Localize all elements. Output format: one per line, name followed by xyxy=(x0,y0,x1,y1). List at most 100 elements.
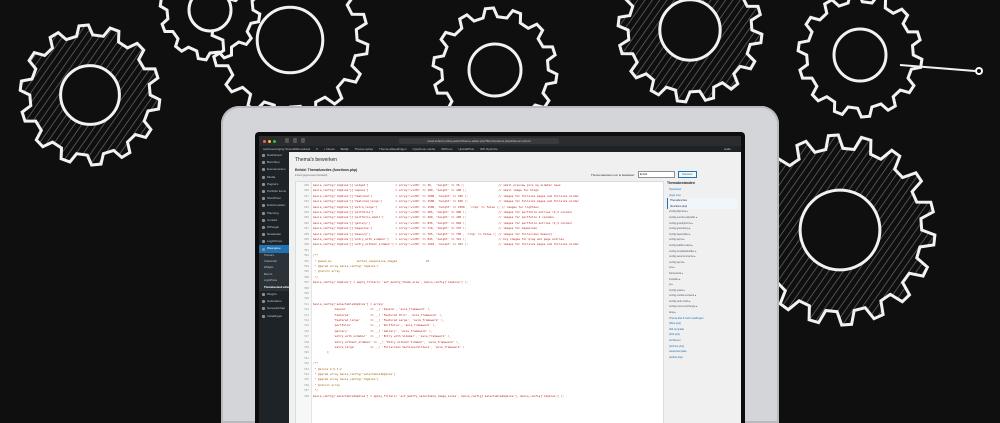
admin-sidebar: Dashboard Berichten Evenementen Media Pagina… xyxy=(259,152,290,423)
sidebar-item[interactable]: Evenementen xyxy=(259,166,289,173)
sidebar-item[interactable]: Portfolio items xyxy=(259,188,289,195)
code-text: $avia_config['selectableImgSize'] = appl… xyxy=(313,393,564,398)
sidebar-item-label: Media xyxy=(267,174,276,179)
menu-icon xyxy=(262,307,265,311)
sidebar-item[interactable]: Berichten xyxy=(259,159,289,166)
theme-files-panel: Themabestanden Stylesheet (style.css) Them… xyxy=(667,181,737,423)
sidebar-item-label: WPLogin xyxy=(267,224,280,229)
sidebar-item-label: Enfold-velden xyxy=(267,203,286,208)
sidebar-item-label: Newsletter xyxy=(267,232,282,237)
menu-icon xyxy=(262,204,265,208)
connector-hub xyxy=(975,67,983,75)
code-text: 'portfolio' => __( 'Portfolio', 'avia_fr… xyxy=(313,323,436,328)
file-title: Enfold: Themafuncties (functions.php) xyxy=(295,168,358,172)
laptop: www.imbrein.nl/wp-admin/theme-editor.php… xyxy=(221,106,779,423)
code-text: 'entry_with_sidebar' => __( 'Entry with … xyxy=(313,334,452,339)
code-text: * @param array $avia_config['imgSize'] xyxy=(313,377,379,382)
menu-icon xyxy=(262,233,265,237)
code-text: $avia_config['imgSize']['magazine'] = ar… xyxy=(313,226,537,231)
browser-chrome: www.imbrein.nl/wp-admin/theme-editor.php… xyxy=(259,136,741,146)
menu-icon xyxy=(262,197,265,201)
menu-icon xyxy=(262,175,265,179)
code-text: * @return array xyxy=(313,382,340,387)
maximize-dot[interactable] xyxy=(273,139,276,143)
code-text: $avia_config['imgSize']['masonry'] = arr… xyxy=(313,231,553,236)
menu-icon xyxy=(262,211,265,215)
sidebar-item[interactable]: Dashboard xyxy=(259,152,289,159)
code-line: 328 $avia_config['selectableImgSize'] = a… xyxy=(296,394,663,399)
menu-icon xyxy=(262,168,265,172)
gear-hole xyxy=(832,27,888,83)
window-controls[interactable] xyxy=(263,139,276,143)
sidebar-item-label: LoginPress xyxy=(267,239,283,244)
sidebar-item-label: Pagina's xyxy=(267,181,279,186)
code-text: $avia_config['imgSize']['featured_large'… xyxy=(313,199,580,204)
menu-icon xyxy=(262,293,265,297)
sidebar-item[interactable]: LoginPress xyxy=(259,238,289,245)
code-text: */ xyxy=(313,274,319,279)
back-icon[interactable] xyxy=(293,138,297,143)
sidebar-item[interactable]: ShortPixel xyxy=(259,195,289,202)
sidebar-item[interactable]: Gereedschap xyxy=(259,305,289,312)
theme-selector-label: Thema selecteren om te bewerken: xyxy=(591,172,635,177)
sidebar-item[interactable]: Newsletter xyxy=(259,231,289,238)
minimize-dot[interactable] xyxy=(268,139,271,143)
sidebar-item-label: Berichten xyxy=(267,160,280,165)
sidebar-item[interactable]: Instellingen xyxy=(259,313,289,320)
menu-icon xyxy=(262,225,265,229)
gear-hole xyxy=(467,42,523,98)
laptop-screen: www.imbrein.nl/wp-admin/theme-editor.php… xyxy=(259,136,741,423)
sidebar-item-label: ShortPixel xyxy=(267,196,281,201)
page-title: Thema's bewerken xyxy=(295,157,338,163)
code-editor[interactable]: 289 $avia_config['imgSize']['widget'] = a… xyxy=(295,181,664,423)
menu-icon xyxy=(262,182,265,186)
code-text: $avia_config['imgSize']['square'] = arra… xyxy=(313,188,539,193)
menu-icon xyxy=(262,218,265,222)
theme-select[interactable]: Enfold xyxy=(637,171,675,178)
menu-icon xyxy=(262,154,265,158)
forward-icon[interactable] xyxy=(301,138,305,143)
sidebar-item-label: Evenementen xyxy=(267,167,286,172)
code-text: * @param array $avia_config['imgSize'] xyxy=(313,264,379,268)
select-button[interactable]: Selecteer xyxy=(677,171,697,178)
sidebar-item[interactable]: Contact xyxy=(259,217,289,224)
gear-hole xyxy=(658,0,722,62)
code-text: $avia_config['imgSize']['extra_large'] =… xyxy=(313,204,539,209)
menu-icon xyxy=(262,247,265,251)
file-subtitle: Inhoud gegenereerd (bestand) xyxy=(295,174,328,177)
code-text: */ xyxy=(313,388,319,393)
code-text: * @used_by enfold_responsive_images 10 xyxy=(313,258,430,263)
sidebar-item[interactable]: Media xyxy=(259,174,289,181)
menu-icon xyxy=(262,300,265,304)
theme-file-item[interactable]: (author.php) xyxy=(667,355,737,361)
code-text: $avia_config['imgSize']['gallery'] = arr… xyxy=(313,220,573,225)
close-dot[interactable] xyxy=(263,139,266,143)
sidebar-item[interactable]: Planning xyxy=(259,210,289,217)
sidebar-item-label: Gebruikers xyxy=(267,299,282,304)
sidebar-item[interactable]: Weergave xyxy=(259,245,289,253)
menu-icon xyxy=(262,190,265,194)
sidebar-item[interactable]: Plugins xyxy=(259,291,289,298)
menu-icon xyxy=(262,240,265,244)
code-text: * @since 4.5.7.2 xyxy=(313,366,342,371)
sidebar-item-label: Instellingen xyxy=(267,313,283,318)
code-text: $avia_config['imgSize']['portfolio_small… xyxy=(313,215,554,220)
sidebar-item[interactable]: Pagina's xyxy=(259,181,289,188)
gear-hole xyxy=(255,5,325,75)
code-text: 'featured_large' => __( 'Featured Large'… xyxy=(313,318,445,322)
address-bar[interactable]: www.imbrein.nl/wp-admin/theme-editor.php… xyxy=(399,138,559,144)
sidebar-item[interactable]: Enfold-velden xyxy=(259,202,289,209)
sidebar-toggle-icon[interactable] xyxy=(285,138,289,143)
sidebar-item[interactable]: WPLogin xyxy=(259,224,289,231)
main-content: Thema's bewerken Enfold: Themafuncties (… xyxy=(289,152,741,423)
code-text: $avia_config['imgSize']['portfolio'] = a… xyxy=(313,210,573,214)
code-text: /** xyxy=(313,253,319,258)
sidebar-item[interactable]: Gebruikers xyxy=(259,298,289,305)
browser-toolbar xyxy=(285,138,305,143)
sidebar-item-label: Planning xyxy=(267,210,279,215)
theme-files-heading: Themabestanden xyxy=(667,181,695,185)
code-text: ); xyxy=(313,350,330,355)
theme-selector: Thema selecteren om te bewerken: Enfold … xyxy=(591,171,697,178)
code-text: $avia_config['imgSize']['widget'] = arra… xyxy=(313,183,561,187)
code-text: 'entry_without_sidebar' => __( 'Entry wi… xyxy=(313,339,460,344)
